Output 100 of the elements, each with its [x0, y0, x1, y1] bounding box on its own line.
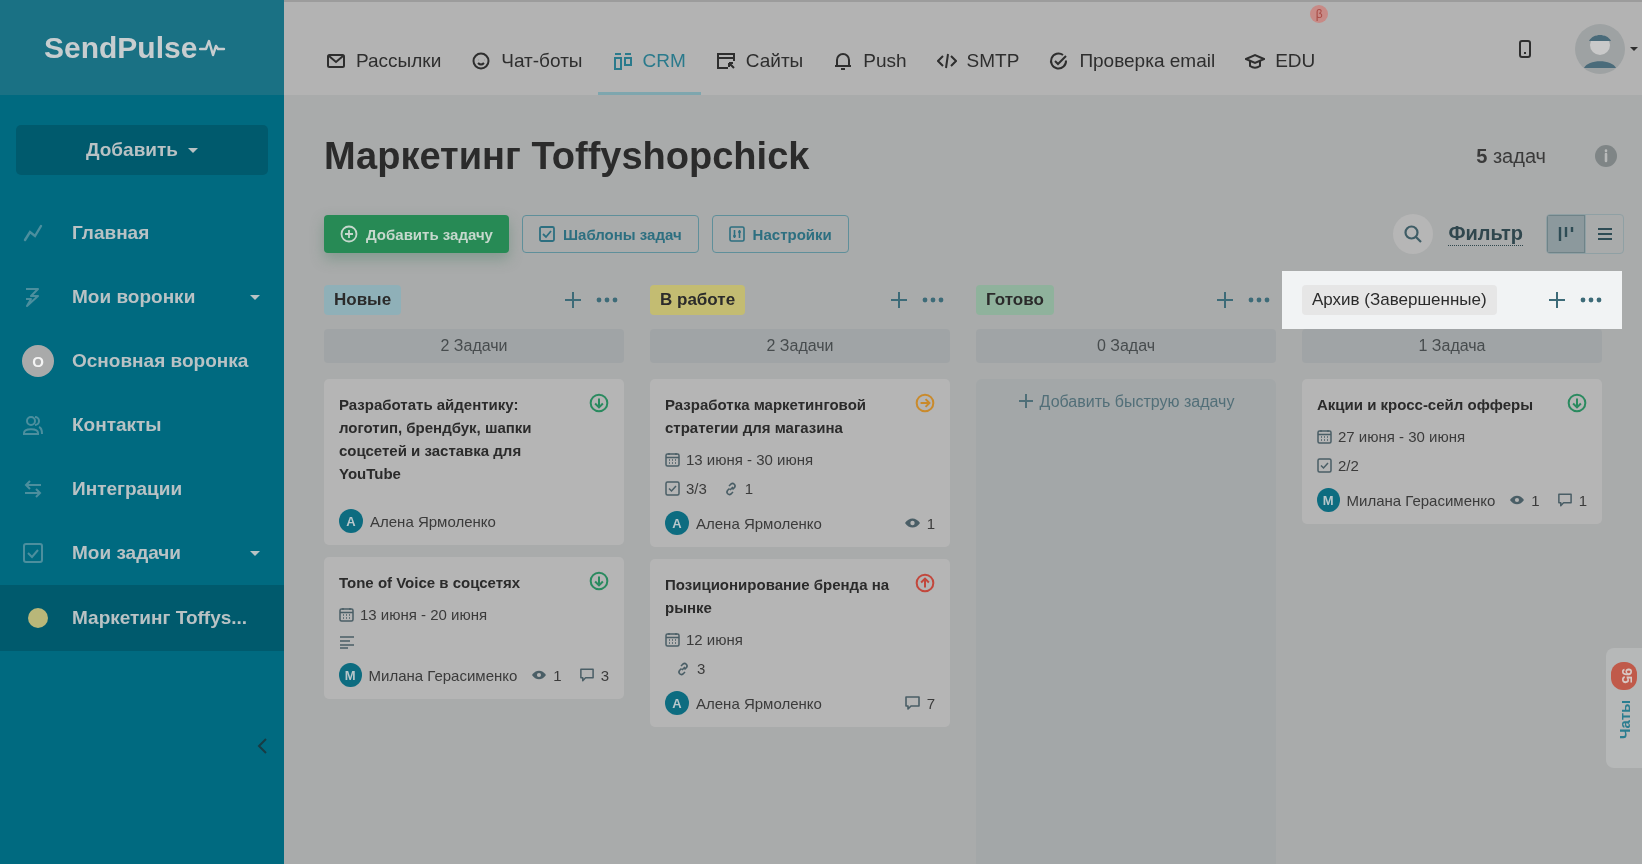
task-count-bar: 1 Задача — [1302, 329, 1602, 363]
task-card[interactable]: Tone of Voice в соцсетях 13 июня - 20 июня М Милана Герасименко 1 3 — [324, 557, 624, 699]
sidebar-item[interactable]: Контакты — [0, 393, 284, 457]
comments-count: 1 — [1578, 491, 1587, 509]
sidebar-item[interactable]: О Основная воронка — [0, 329, 284, 393]
columns-icon — [1557, 225, 1575, 243]
nav-tab[interactable]: SMTP — [921, 27, 1035, 95]
calendar-icon — [1317, 429, 1332, 444]
task-title: Акции и кросс-сейл офферы — [1317, 395, 1534, 415]
task-count: 5 задач — [1476, 144, 1546, 168]
sidebar-item[interactable]: Главная — [0, 201, 284, 265]
date-range: 13 июня - 30 июня — [686, 451, 814, 468]
board-title: Маркетинг Toffyshopchick — [324, 134, 811, 178]
eye-icon — [531, 669, 548, 681]
views-count: 1 — [553, 666, 562, 684]
comment-icon — [578, 667, 595, 683]
comments-count: 3 — [600, 666, 609, 684]
date-range: 27 июня - 30 июня — [1338, 428, 1466, 445]
eye-icon — [1509, 494, 1526, 506]
link-count: 3 — [697, 660, 706, 677]
check-icon — [1049, 50, 1070, 71]
checklist-icon — [665, 481, 680, 496]
calendar-icon — [665, 632, 680, 647]
add-icon[interactable] — [564, 291, 582, 309]
date-range: 13 июня - 20 июня — [360, 606, 488, 623]
link-icon — [675, 660, 691, 677]
checkbox-icon — [22, 542, 44, 564]
sidebar-item[interactable]: Мои задачи — [0, 521, 284, 585]
assignee-name: Милана Герасименко — [368, 666, 518, 684]
nav-tab[interactable]: Чат-боты — [456, 27, 598, 95]
task-title: Разработка маркетинговой стратегии для магазина — [665, 395, 867, 438]
nav-tab[interactable]: Push — [818, 27, 922, 95]
nav-tab[interactable]: Рассылки — [311, 27, 457, 95]
add-icon[interactable] — [1548, 291, 1566, 309]
funnel-avatar: О — [22, 345, 54, 377]
checklist-count: 2/2 — [1338, 457, 1359, 474]
unread-badge: 95 — [1611, 662, 1637, 690]
board-view-button[interactable] — [1547, 215, 1585, 253]
column-label[interactable]: Архив (Завершенные) — [1302, 285, 1497, 315]
assignee-avatar: А — [339, 509, 363, 533]
assignee-name: Алена Ярмоленко — [696, 694, 822, 712]
plus-icon — [1017, 393, 1034, 409]
contacts-icon — [22, 414, 44, 436]
more-icon[interactable] — [1580, 297, 1602, 303]
sidebar-item[interactable]: Мои воронки — [0, 265, 284, 329]
link-count: 1 — [744, 480, 754, 497]
assignee-name: Милана Герасименко — [1346, 491, 1496, 509]
add-button[interactable]: Добавить — [16, 125, 268, 175]
task-card[interactable]: Разработка маркетинговой стратегии для магазина 13 июня - 30 июня 3/3 1 А Алена Ярмоленко 1 — [650, 379, 950, 547]
assignee-avatar: А — [665, 691, 689, 715]
checklist-count: 3/3 — [686, 480, 707, 497]
plus-circle-icon — [340, 225, 358, 243]
assignee-name: Алена Ярмоленко — [370, 512, 496, 530]
checkbox-icon — [538, 226, 555, 242]
info-icon[interactable] — [1594, 144, 1618, 168]
views-count: 1 — [926, 514, 935, 532]
swap-arrows-icon — [22, 479, 44, 499]
column-label[interactable]: В работе — [650, 285, 746, 315]
task-title: Позиционирование бренда на рынке — [665, 575, 891, 618]
caret-icon[interactable] — [1630, 46, 1638, 51]
calendar-icon — [665, 452, 680, 467]
search-button[interactable] — [1393, 214, 1434, 254]
add-icon[interactable] — [890, 291, 908, 309]
eye-icon — [903, 517, 921, 529]
collapse-chevron-icon[interactable] — [256, 737, 268, 755]
more-icon[interactable] — [922, 297, 944, 303]
mobile-phone-icon[interactable] — [1518, 38, 1532, 59]
chats-label: Чаты — [1615, 699, 1633, 739]
task-card[interactable]: Позиционирование бренда на рынке 12 июня 3 А Алена Ярмоленко 7 — [650, 559, 950, 727]
more-icon[interactable] — [1248, 297, 1270, 303]
task-count-bar: 2 Задачи — [324, 329, 624, 363]
list-icon — [1595, 225, 1614, 243]
user-avatar[interactable] — [1574, 22, 1626, 75]
checklist-icon — [1317, 458, 1332, 473]
beta-badge: β — [1310, 5, 1329, 23]
sidebar-item[interactable]: Интеграции — [0, 457, 284, 521]
views-count: 1 — [1531, 491, 1540, 509]
add-icon[interactable] — [1216, 291, 1234, 309]
nav-tab[interactable]: EDU — [1230, 27, 1331, 95]
column-label[interactable]: Новые — [324, 285, 402, 315]
bell-icon — [833, 50, 854, 71]
comment-icon — [903, 695, 921, 711]
more-icon[interactable] — [596, 297, 618, 303]
filter-link[interactable]: Фильтр — [1448, 222, 1523, 246]
assignee-avatar: М — [339, 663, 362, 687]
caret-icon — [188, 147, 198, 153]
calendar-icon — [339, 607, 354, 622]
task-title: Разработать айдентику: логотип, брендбук, шапки соцсетей и заставка для YouTube — [339, 395, 533, 484]
task-title: Tone of Voice в соцсетях — [339, 573, 522, 593]
nav-tab[interactable]: Проверка email — [1034, 27, 1231, 95]
chat-icon — [471, 50, 492, 71]
comment-icon — [1556, 492, 1573, 508]
column-label[interactable]: Готово — [976, 285, 1054, 315]
sliders-icon — [728, 226, 745, 242]
assignee-name: Алена Ярмоленко — [696, 514, 822, 532]
assignee-avatar: М — [1317, 488, 1340, 512]
task-card[interactable]: Акции и кросс-сейл офферы 27 июня - 30 июня 2/2 М Милана Герасименко 1 1 — [1302, 379, 1602, 524]
task-card[interactable]: Разработать айдентику: логотип, брендбук, шапки соцсетей и заставка для YouTube А Алена Ярмоленко — [324, 379, 624, 545]
sidebar-item[interactable]: Маркетинг Toffys... — [0, 585, 284, 651]
nav-tab[interactable]: Сайты — [700, 27, 819, 95]
